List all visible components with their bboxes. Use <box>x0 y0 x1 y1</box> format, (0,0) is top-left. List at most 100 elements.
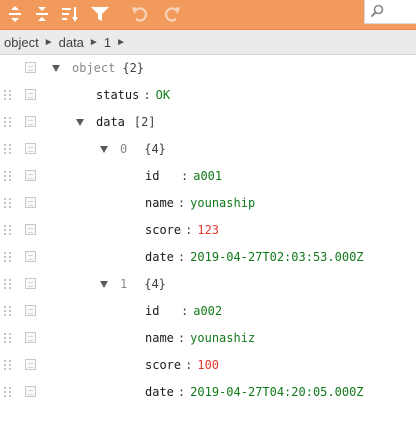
field-value[interactable]: younaship <box>190 190 255 217</box>
drag-handle-icon[interactable] <box>4 171 12 182</box>
editor-toolbar <box>0 0 416 30</box>
field-key[interactable]: id <box>145 298 177 325</box>
filter-button[interactable] <box>88 2 112 26</box>
drag-handle-icon[interactable] <box>4 198 12 209</box>
tree-row-field: name : younashiz <box>0 325 416 352</box>
breadcrumb-separator[interactable]: ► <box>41 37 57 48</box>
field-key[interactable]: id <box>145 163 177 190</box>
field-value[interactable]: 2019-04-27T04:20:05.000Z <box>190 379 363 406</box>
drag-handle-icon[interactable] <box>4 279 12 290</box>
collapse-toggle-icon[interactable] <box>100 281 108 288</box>
undo-button[interactable] <box>128 2 152 26</box>
sort-icon <box>62 7 78 22</box>
context-menu-button[interactable] <box>25 116 36 127</box>
item-index: 0 <box>120 142 128 156</box>
context-menu-button[interactable] <box>25 143 36 154</box>
field-key[interactable]: score <box>145 217 181 244</box>
search-icon <box>370 4 384 18</box>
field-separator: : <box>177 196 186 210</box>
root-label: object <box>72 61 116 75</box>
collapse-toggle-icon[interactable] <box>52 65 60 72</box>
field-key[interactable]: score <box>145 352 181 379</box>
breadcrumb-separator[interactable]: ► <box>113 37 129 48</box>
drag-handle-icon[interactable] <box>4 360 12 371</box>
field-value[interactable]: 2019-04-27T02:03:53.000Z <box>190 244 363 271</box>
drag-handle-icon[interactable] <box>4 387 12 398</box>
context-menu-button[interactable] <box>25 89 36 100</box>
drag-handle-icon[interactable] <box>4 90 12 101</box>
field-key[interactable]: data <box>96 109 125 136</box>
tree-row-field: date : 2019-04-27T02:03:53.000Z <box>0 244 416 271</box>
field-key[interactable]: name <box>145 190 174 217</box>
root-count: {2} <box>122 61 145 75</box>
context-menu-button[interactable] <box>25 359 36 370</box>
context-menu-button[interactable] <box>25 62 36 73</box>
tree-row-field: score : 123 <box>0 217 416 244</box>
object-count: {4} <box>144 277 166 291</box>
search-box[interactable] <box>364 0 416 24</box>
tree-row-item-1: 1 {4} <box>0 271 416 298</box>
collapse-all-icon <box>36 7 48 21</box>
drag-handle-icon[interactable] <box>4 225 12 236</box>
field-separator: : <box>181 304 189 318</box>
tree-row-field: name : younaship <box>0 190 416 217</box>
context-menu-button[interactable] <box>25 332 36 343</box>
tree-row-status: status : OK <box>0 82 416 109</box>
tree-row-data: data [2] <box>0 109 416 136</box>
undo-icon <box>132 7 148 22</box>
tree-row-root: object {2} <box>0 55 416 82</box>
field-key[interactable]: date <box>145 379 174 406</box>
redo-icon <box>164 7 180 22</box>
context-menu-button[interactable] <box>25 278 36 289</box>
field-separator: : <box>143 88 151 102</box>
breadcrumb: object ► data ► 1 ► <box>0 30 416 55</box>
array-count: [2] <box>133 115 156 129</box>
tree-row-field: id : a001 <box>0 163 416 190</box>
field-value[interactable]: 100 <box>197 352 219 379</box>
drag-handle-icon[interactable] <box>4 306 12 317</box>
field-key[interactable]: status <box>96 82 139 109</box>
redo-button[interactable] <box>160 2 184 26</box>
filter-icon <box>91 7 109 21</box>
field-value[interactable]: a002 <box>193 298 222 325</box>
context-menu-button[interactable] <box>25 170 36 181</box>
field-separator: : <box>177 331 186 345</box>
field-separator: : <box>181 169 189 183</box>
drag-handle-icon[interactable] <box>4 144 12 155</box>
field-value[interactable]: 123 <box>197 217 219 244</box>
expand-all-icon <box>9 6 21 22</box>
breadcrumb-item-index[interactable]: 1 <box>102 35 113 50</box>
tree-row-field: date : 2019-04-27T04:20:05.000Z <box>0 379 416 406</box>
field-value[interactable]: a001 <box>193 163 222 190</box>
breadcrumb-separator[interactable]: ► <box>86 37 102 48</box>
field-key[interactable]: name <box>145 325 174 352</box>
drag-handle-icon[interactable] <box>4 333 12 344</box>
field-separator: : <box>177 385 186 399</box>
drag-handle-icon[interactable] <box>4 252 12 263</box>
json-tree: object {2} status : OK data [2] 0 {4} id… <box>0 55 416 406</box>
context-menu-button[interactable] <box>25 197 36 208</box>
sort-button[interactable] <box>58 2 82 26</box>
field-key[interactable]: date <box>145 244 174 271</box>
breadcrumb-item-object[interactable]: object <box>2 35 41 50</box>
field-value[interactable]: younashiz <box>190 325 255 352</box>
field-separator: : <box>185 223 193 237</box>
context-menu-button[interactable] <box>25 386 36 397</box>
expand-all-button[interactable] <box>3 2 27 26</box>
item-index: 1 <box>120 277 128 291</box>
tree-row-item-0: 0 {4} <box>0 136 416 163</box>
tree-row-field: id : a002 <box>0 298 416 325</box>
field-separator: : <box>185 358 193 372</box>
collapse-all-button[interactable] <box>30 2 54 26</box>
context-menu-button[interactable] <box>25 224 36 235</box>
object-count: {4} <box>144 142 166 156</box>
collapse-toggle-icon[interactable] <box>100 146 108 153</box>
breadcrumb-item-data[interactable]: data <box>57 35 86 50</box>
context-menu-button[interactable] <box>25 251 36 262</box>
context-menu-button[interactable] <box>25 305 36 316</box>
field-value[interactable]: OK <box>156 82 170 109</box>
field-separator: : <box>177 250 186 264</box>
tree-row-field: score : 100 <box>0 352 416 379</box>
drag-handle-icon[interactable] <box>4 117 12 128</box>
collapse-toggle-icon[interactable] <box>76 119 84 126</box>
